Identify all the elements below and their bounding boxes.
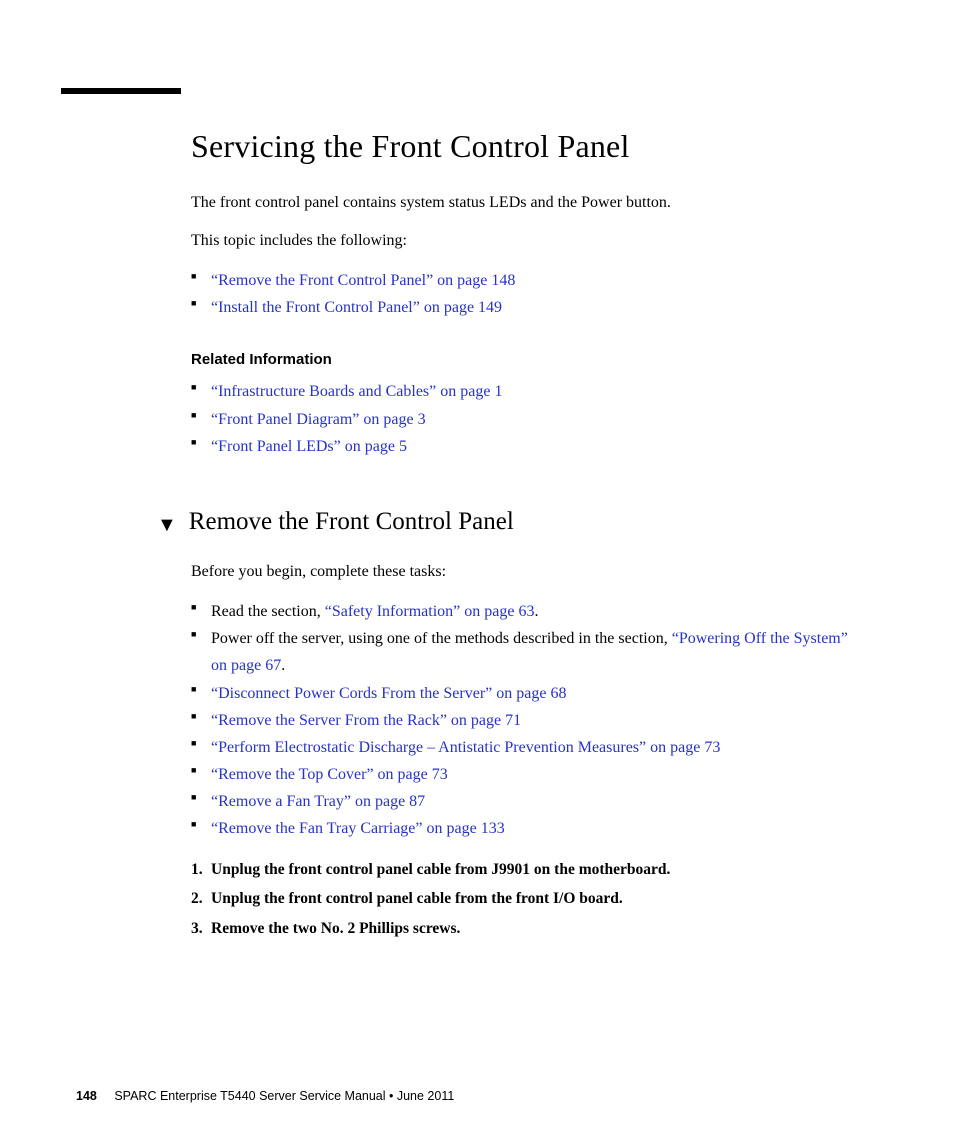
prerequisite-list: Read the section, “Safety Information” o… (191, 598, 864, 843)
before-tasks-text: Before you begin, complete these tasks: (191, 560, 864, 584)
xref-link[interactable]: “Perform Electrostatic Discharge – Antis… (211, 739, 720, 756)
intro-paragraph-2: This topic includes the following: (191, 229, 864, 253)
procedure-title: Remove the Front Control Panel (189, 508, 514, 536)
list-item: “Remove the Server From the Rack” on pag… (191, 707, 864, 734)
step-item: Unplug the front control panel cable fro… (191, 884, 864, 913)
list-item: “Remove the Fan Tray Carriage” on page 1… (191, 815, 864, 842)
list-item: “Remove the Top Cover” on page 73 (191, 761, 864, 788)
footer-text: SPARC Enterprise T5440 Server Service Ma… (114, 1089, 454, 1103)
xref-link[interactable]: “Remove the Top Cover” on page 73 (211, 766, 448, 783)
page-footer: 148 SPARC Enterprise T5440 Server Servic… (76, 1089, 454, 1103)
list-item: “Remove the Front Control Panel” on page… (191, 267, 864, 294)
list-item: “Front Panel LEDs” on page 5 (191, 433, 864, 460)
intro-paragraph-1: The front control panel contains system … (191, 191, 864, 215)
text-run: Power off the server, using one of the m… (211, 630, 672, 647)
text-run: Read the section, (211, 603, 325, 620)
xref-link[interactable]: “Remove the Fan Tray Carriage” on page 1… (211, 820, 505, 837)
procedure-steps: Unplug the front control panel cable fro… (191, 855, 864, 943)
xref-link[interactable]: “Front Panel LEDs” on page 5 (211, 438, 407, 455)
page-number: 148 (76, 1089, 97, 1103)
xref-link[interactable]: “Infrastructure Boards and Cables” on pa… (211, 383, 502, 400)
step-item: Remove the two No. 2 Phillips screws. (191, 914, 864, 943)
section-rule (61, 88, 181, 94)
xref-link[interactable]: “Remove the Front Control Panel” on page… (211, 272, 515, 289)
text-run: . (534, 603, 538, 620)
list-item: “Infrastructure Boards and Cables” on pa… (191, 378, 864, 405)
triangle-down-icon: ▼ (157, 515, 177, 535)
procedure-heading-row: ▼ Remove the Front Control Panel (157, 508, 864, 536)
xref-link[interactable]: “Safety Information” on page 63 (325, 603, 535, 620)
topic-link-list: “Remove the Front Control Panel” on page… (191, 267, 864, 321)
list-item: Power off the server, using one of the m… (191, 625, 864, 679)
xref-link[interactable]: “Front Panel Diagram” on page 3 (211, 411, 426, 428)
list-item: “Disconnect Power Cords From the Server”… (191, 680, 864, 707)
related-info-heading: Related Information (191, 351, 864, 368)
page-title: Servicing the Front Control Panel (191, 128, 864, 165)
page-content: Servicing the Front Control Panel The fr… (0, 0, 954, 943)
xref-link[interactable]: “Install the Front Control Panel” on pag… (211, 299, 502, 316)
step-item: Unplug the front control panel cable fro… (191, 855, 864, 884)
main-column: Servicing the Front Control Panel The fr… (191, 128, 864, 943)
list-item: “Front Panel Diagram” on page 3 (191, 406, 864, 433)
list-item: “Perform Electrostatic Discharge – Antis… (191, 734, 864, 761)
xref-link[interactable]: “Remove a Fan Tray” on page 87 (211, 793, 425, 810)
list-item: “Remove a Fan Tray” on page 87 (191, 788, 864, 815)
list-item: “Install the Front Control Panel” on pag… (191, 294, 864, 321)
list-item: Read the section, “Safety Information” o… (191, 598, 864, 625)
xref-link[interactable]: “Disconnect Power Cords From the Server”… (211, 685, 566, 702)
related-link-list: “Infrastructure Boards and Cables” on pa… (191, 378, 864, 460)
text-run: . (281, 657, 285, 674)
xref-link[interactable]: “Remove the Server From the Rack” on pag… (211, 712, 521, 729)
